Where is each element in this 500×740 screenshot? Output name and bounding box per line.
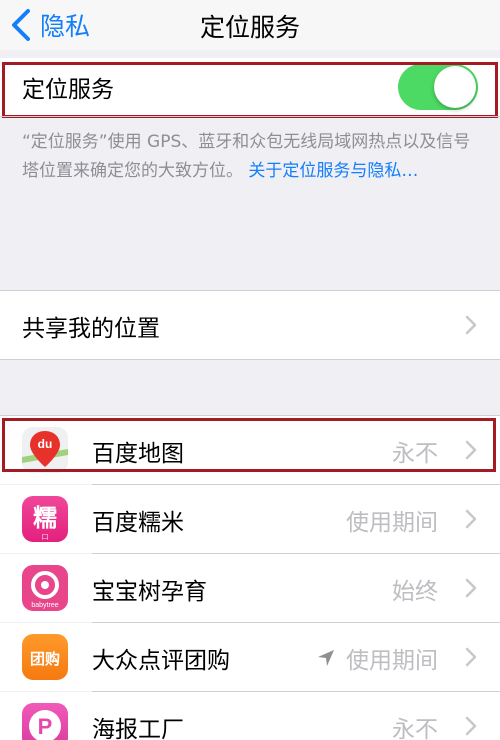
navigation-bar: 隐私 定位服务 — [0, 0, 500, 50]
app-location-status: 使用期间 — [316, 641, 438, 675]
poster-factory-icon: P — [22, 703, 68, 740]
app-row-baidu-nuomi[interactable]: 糯 口 百度糯米 使用期间 — [0, 485, 500, 553]
chevron-right-icon — [465, 578, 477, 598]
app-name: 海报工厂 — [92, 717, 184, 740]
babytree-icon: babytree — [22, 565, 68, 611]
app-location-status: 使用期间 — [346, 510, 438, 536]
app-row-dianping[interactable]: 团购 大众点评团购 使用期间 — [0, 623, 500, 691]
privacy-link[interactable]: 关于定位服务与隐私… — [248, 161, 418, 181]
app-name: 大众点评团购 — [92, 648, 230, 674]
chevron-right-icon — [465, 716, 477, 736]
location-services-toggle[interactable] — [398, 64, 478, 110]
chevron-right-icon — [465, 315, 477, 335]
dianping-tuangou-icon: 团购 — [22, 634, 68, 680]
app-location-status: 始终 — [392, 579, 438, 605]
toggle-knob — [434, 66, 476, 108]
app-row-babytree[interactable]: babytree 宝宝树孕育 始终 — [0, 554, 500, 622]
app-row-baidu-map[interactable]: du 百度地图 永不 — [0, 416, 500, 484]
share-location-label: 共享我的位置 — [22, 316, 160, 342]
divider — [0, 359, 500, 360]
chevron-right-icon — [465, 440, 477, 460]
app-name: 百度地图 — [92, 441, 184, 467]
share-location-row[interactable]: 共享我的位置 — [0, 291, 500, 359]
location-services-description: “定位服务”使用 GPS、蓝牙和众包无线局域网热点以及信号塔位置来确定您的大致方… — [22, 128, 480, 186]
poster-icon-text: P — [38, 714, 53, 739]
app-location-status: 永不 — [392, 717, 438, 740]
dianping-icon-text: 团购 — [30, 650, 60, 668]
app-name: 宝宝树孕育 — [92, 579, 207, 605]
location-services-label: 定位服务 — [22, 77, 114, 103]
app-location-status-text: 使用期间 — [346, 648, 438, 674]
baidu-map-icon-text: du — [38, 437, 53, 451]
app-location-status: 永不 — [392, 441, 438, 467]
babytree-icon-text: babytree — [31, 602, 58, 609]
chevron-right-icon — [465, 647, 477, 667]
chevron-right-icon — [465, 509, 477, 529]
app-name: 百度糯米 — [92, 510, 184, 536]
location-arrow-icon — [318, 650, 334, 666]
baidu-nuomi-icon: 糯 口 — [22, 496, 68, 542]
app-row-poster-factory[interactable]: P 海报工厂 永不 — [0, 692, 500, 740]
nuomi-icon-subtext: 口 — [42, 533, 49, 541]
baidu-map-icon: du — [22, 427, 68, 473]
page-title: 定位服务 — [199, 13, 300, 42]
divider — [0, 116, 500, 117]
nuomi-icon-text: 糯 — [33, 504, 57, 532]
